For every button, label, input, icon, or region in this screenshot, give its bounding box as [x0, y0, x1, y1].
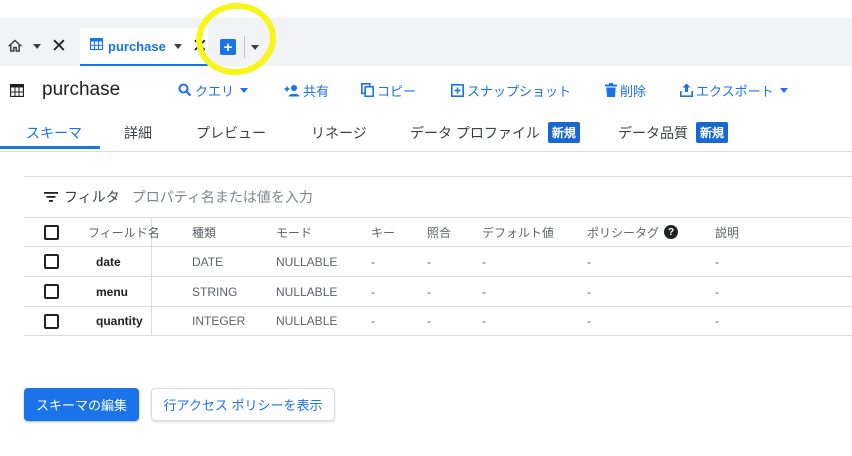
row-checkbox[interactable] [44, 254, 59, 269]
table-row: menu STRING NULLABLE - - - - - [24, 276, 852, 306]
header-policy-tag-label: ポリシータグ [587, 225, 660, 240]
new-badge: 新規 [547, 122, 580, 143]
select-all-checkbox-cell [44, 218, 59, 246]
filter-divider [24, 176, 852, 177]
copy-icon [361, 83, 374, 97]
query-button-label: クエリ [195, 83, 235, 99]
tab-data-quality-label: データ品質 [618, 124, 688, 141]
filter-icon [44, 192, 58, 202]
query-button[interactable]: クエリ [178, 80, 249, 100]
home-icon[interactable] [6, 37, 24, 55]
policy-cell: - [587, 254, 591, 269]
tab-purchase[interactable]: purchase ✕ [80, 28, 208, 66]
key-cell: - [371, 284, 375, 299]
default-cell: - [482, 314, 486, 328]
table-header-row: フィールド名 種類 モード キー 照合 デフォルト値 ポリシータグ ? 説明 [24, 217, 852, 246]
tab-lineage[interactable]: リネージ [311, 114, 367, 151]
subtab-bar: スキーマ 詳細 プレビュー リネージ データ プロファイル 新規 データ品質 新… [0, 114, 852, 152]
row-checkbox-cell [44, 307, 59, 335]
type-cell: STRING [192, 284, 238, 299]
export-button[interactable]: エクスポート [680, 80, 788, 100]
header-mode: モード [276, 225, 313, 240]
tab-data-profile[interactable]: データ プロファイル 新規 [410, 114, 580, 151]
tab-data-quality[interactable]: データ品質 新規 [618, 114, 729, 151]
key-cell: - [371, 254, 375, 269]
add-box-icon [451, 83, 464, 97]
row-checkbox-cell [44, 277, 59, 306]
query-chevron-down-icon [240, 87, 249, 93]
copy-button[interactable]: コピー [361, 80, 416, 100]
mode-cell: NULLABLE [276, 284, 338, 299]
header-policy-tag: ポリシータグ ? [587, 218, 679, 246]
table-icon [89, 37, 104, 55]
highlight-circle [191, 0, 281, 81]
share-button[interactable]: 共有 [284, 80, 329, 100]
filter-label: フィルタ [64, 189, 120, 205]
header-type: 種類 [192, 225, 217, 240]
tab-preview[interactable]: プレビュー [196, 114, 266, 151]
row-checkbox[interactable] [44, 284, 59, 299]
filter-input[interactable] [131, 189, 392, 205]
table-row: date DATE NULLABLE - - - - - [24, 246, 852, 276]
tab-purchase-chevron-down-icon[interactable] [173, 43, 182, 49]
type-cell: INTEGER [192, 314, 246, 328]
delete-button-label: 削除 [620, 83, 647, 99]
filter-bar: フィルタ [44, 186, 392, 208]
home-tab-chevron-down-icon[interactable] [33, 43, 41, 49]
trash-icon [605, 83, 617, 97]
description-cell: - [715, 254, 719, 269]
table-row: quantity INTEGER NULLABLE - - - - - [24, 306, 852, 336]
tab-strip: ✕ purchase ✕ + [0, 0, 852, 81]
snapshot-button[interactable]: スナップショット [451, 80, 571, 100]
description-cell: - [715, 284, 719, 299]
search-icon [178, 83, 192, 97]
select-all-checkbox[interactable] [44, 224, 59, 240]
home-tab-close-icon[interactable]: ✕ [51, 37, 67, 56]
header-collation: 照合 [427, 225, 452, 240]
row-checkbox[interactable] [44, 313, 59, 329]
header-key: キー [371, 225, 396, 240]
key-cell: - [371, 314, 375, 328]
export-button-label: エクスポート [696, 83, 774, 99]
header-default-value: デフォルト値 [482, 225, 555, 240]
mode-cell: NULLABLE [276, 254, 338, 269]
active-tab-indicator [0, 146, 100, 149]
person-add-icon [284, 84, 300, 96]
collation-cell: - [427, 254, 431, 269]
description-cell: - [715, 314, 719, 328]
upload-icon [680, 83, 693, 97]
table-icon [9, 83, 25, 102]
help-icon[interactable]: ? [664, 225, 679, 239]
tab-data-profile-label: データ プロファイル [410, 124, 540, 141]
schema-table: フィールド名 種類 モード キー 照合 デフォルト値 ポリシータグ ? 説明 d… [24, 217, 852, 336]
export-chevron-down-icon [779, 87, 788, 93]
mode-cell: NULLABLE [276, 314, 338, 328]
new-badge: 新規 [696, 122, 729, 143]
policy-cell: - [587, 284, 591, 299]
field-name-cell[interactable]: date [96, 247, 121, 276]
snapshot-button-label: スナップショット [467, 83, 572, 99]
page-title: purchase [42, 79, 121, 100]
view-row-access-policy-button[interactable]: 行アクセス ポリシーを表示 [151, 388, 335, 421]
default-cell: - [482, 254, 486, 269]
field-name-cell[interactable]: quantity [96, 307, 143, 335]
policy-cell: - [587, 314, 591, 328]
default-cell: - [482, 284, 486, 299]
collation-cell: - [427, 284, 431, 299]
tab-details[interactable]: 詳細 [124, 114, 152, 151]
collation-cell: - [427, 314, 431, 328]
tab-purchase-label: purchase [108, 38, 166, 54]
field-name-cell[interactable]: menu [96, 277, 128, 306]
row-checkbox-cell [44, 247, 59, 276]
header-field-name[interactable]: フィールド名 [88, 218, 160, 246]
type-cell: DATE [192, 254, 224, 269]
share-button-label: 共有 [303, 83, 330, 99]
delete-button[interactable]: 削除 [605, 80, 646, 100]
copy-button-label: コピー [377, 83, 417, 99]
edit-schema-button[interactable]: スキーマの編集 [24, 388, 139, 421]
home-tab[interactable]: ✕ [6, 30, 67, 62]
header-description: 説明 [715, 225, 740, 240]
